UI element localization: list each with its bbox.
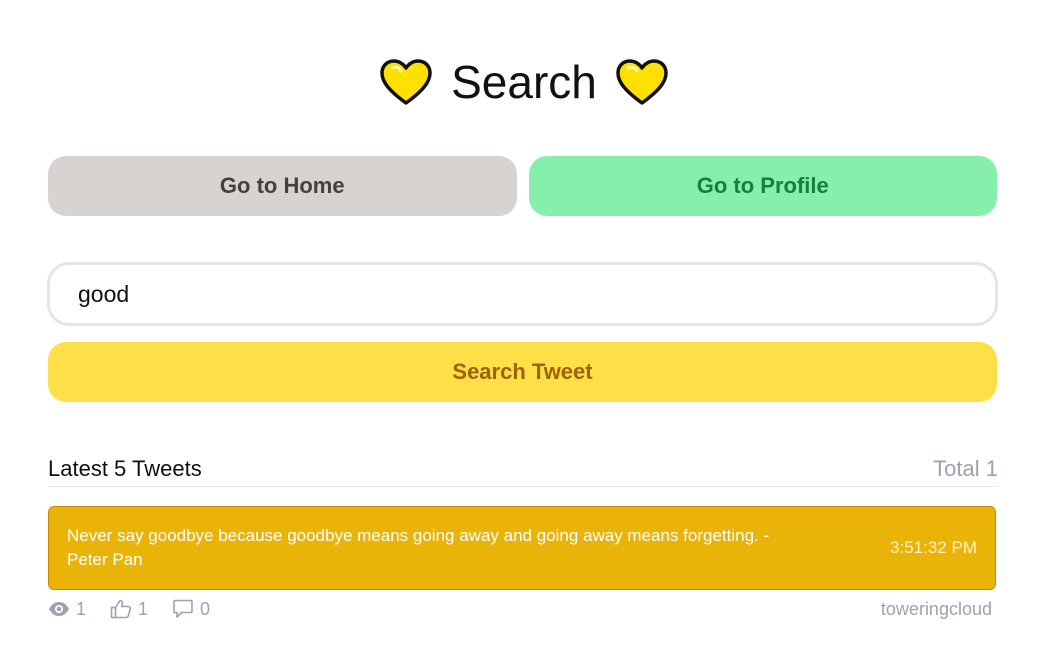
go-to-home-button[interactable]: Go to Home bbox=[48, 156, 517, 216]
results-total: Total 1 bbox=[933, 456, 998, 481]
comments-count: 0 bbox=[200, 598, 211, 619]
page-title: Search bbox=[451, 56, 597, 108]
search-page: Search Go to Home Go to Profile Search T… bbox=[0, 0, 1048, 660]
yellow-heart-icon bbox=[615, 58, 669, 106]
go-to-profile-button[interactable]: Go to Profile bbox=[528, 156, 997, 216]
views-count: 1 bbox=[76, 598, 87, 619]
tweet-author[interactable]: toweringcloud bbox=[881, 599, 992, 620]
comment-button[interactable]: 0 bbox=[172, 599, 210, 620]
results-header: Latest 5 Tweets Total 1 bbox=[48, 452, 998, 487]
tweet-time: 3:51:32 PM bbox=[890, 538, 977, 557]
search-tweet-button[interactable]: Search Tweet bbox=[48, 342, 997, 402]
nav-buttons: Go to Home Go to Profile bbox=[48, 156, 997, 216]
tweet-text: Never say goodbye because goodbye means … bbox=[67, 526, 770, 569]
results-heading: Latest 5 Tweets bbox=[48, 456, 202, 481]
eye-icon bbox=[48, 601, 70, 617]
yellow-heart-icon bbox=[379, 58, 433, 106]
comment-icon bbox=[172, 599, 194, 619]
like-button[interactable]: 1 bbox=[110, 599, 148, 620]
search-input[interactable] bbox=[47, 262, 998, 326]
tweet-card[interactable]: Never say goodbye because goodbye means … bbox=[48, 506, 996, 590]
thumbs-up-icon bbox=[110, 599, 132, 619]
page-header: Search bbox=[0, 52, 1048, 112]
likes-count: 1 bbox=[138, 598, 149, 619]
views-counter[interactable]: 1 bbox=[48, 599, 86, 620]
tweet-meta: 1 1 0 toweringcloud bbox=[48, 596, 992, 622]
